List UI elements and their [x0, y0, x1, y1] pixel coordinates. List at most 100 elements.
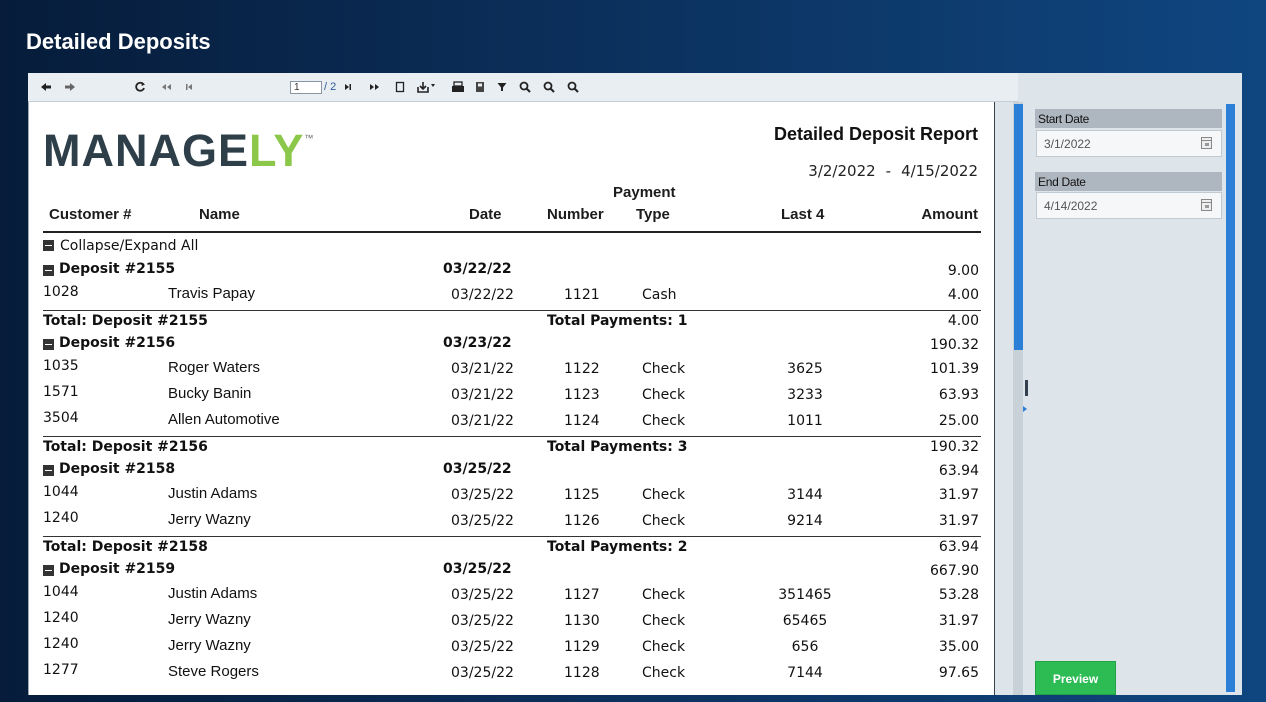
payment-type: Check: [642, 639, 686, 655]
table-row: 1240 Jerry Wazny 03/25/22 1130 Check 65465 31.…: [29, 610, 994, 636]
deposit-total-label: Total: Deposit #2156: [43, 439, 208, 455]
deposit-header-row[interactable]: Deposit #2155 03/22/22 9.00: [29, 260, 994, 286]
last-four: 656: [791, 639, 819, 655]
zoom-fit-icon[interactable]: [566, 80, 580, 96]
header-payment-group: Payment: [613, 184, 676, 201]
calendar-icon[interactable]: [1201, 199, 1212, 211]
payment-number: 1128: [564, 665, 600, 681]
deposit-total-row: Total: Deposit #2155 Total Payments: 1 4.0…: [29, 310, 994, 336]
header-name: Name: [199, 206, 240, 223]
deposit-date: 03/23/22: [443, 335, 512, 351]
table-row: 1044 Justin Adams 03/25/22 1127 Check 351465 5…: [29, 584, 994, 610]
header-number: Number: [547, 206, 604, 223]
table-row: 1044 Justin Adams 03/25/22 1125 Check 3144 31.…: [29, 484, 994, 510]
page-total-label: / 2: [324, 81, 337, 93]
calendar-icon[interactable]: [1201, 137, 1212, 149]
deposit-label: Deposit #2158: [59, 461, 176, 477]
last-page-icon[interactable]: [368, 80, 382, 96]
payment-date: 03/25/22: [451, 639, 514, 655]
report-date-range: 3/2/2022-4/15/2022: [798, 162, 978, 180]
collapse-icon[interactable]: [43, 565, 54, 576]
customer-number: 1044: [43, 484, 79, 500]
managely-logo: MANAGELY™: [43, 125, 315, 176]
deposit-total-row: Total: Deposit #2156 Total Payments: 3 190…: [29, 436, 994, 462]
next-page-icon[interactable]: [342, 80, 354, 96]
payment-type: Check: [642, 387, 686, 403]
last-four: 9214: [787, 513, 823, 529]
deposit-label: Deposit #2156: [59, 335, 176, 351]
splitter-handle[interactable]: [1025, 380, 1028, 396]
refresh-icon[interactable]: [134, 80, 146, 96]
customer-name: Jerry Wazny: [168, 611, 251, 628]
table-row: 3504 Allen Automotive 03/21/22 1124 Check 101…: [29, 410, 994, 436]
new-page-icon[interactable]: [394, 80, 406, 96]
customer-name: Travis Papay: [168, 285, 255, 302]
customer-number: 1044: [43, 584, 79, 600]
last-four: 7144: [787, 665, 823, 681]
zoom-in-icon[interactable]: [518, 80, 532, 96]
payment-amount: 53.28: [938, 587, 979, 603]
first-page-icon[interactable]: [159, 80, 173, 96]
filter-icon[interactable]: [496, 80, 508, 96]
last-four: 65465: [782, 613, 828, 629]
payment-amount: 31.97: [938, 513, 979, 529]
customer-number: 1277: [43, 662, 79, 678]
zoom-out-icon[interactable]: [542, 80, 556, 96]
export-icon[interactable]: [416, 80, 438, 96]
collapse-icon[interactable]: [43, 240, 54, 251]
date-to: 4/15/2022: [901, 162, 978, 180]
splitter-arrow-icon[interactable]: [1023, 406, 1027, 412]
collapse-expand-all[interactable]: Collapse/Expand All: [43, 238, 198, 254]
customer-name: Jerry Wazny: [168, 637, 251, 654]
deposit-total-row: Total: Deposit #2158 Total Payments: 2 63.…: [29, 536, 994, 562]
table-row: 1035 Roger Waters 03/21/22 1122 Check 3625 101…: [29, 358, 994, 384]
payment-number: 1126: [564, 513, 600, 529]
payment-date: 03/25/22: [451, 487, 514, 503]
date-separator: -: [885, 162, 892, 180]
deposit-label: Deposit #2159: [59, 561, 176, 577]
date-from: 3/2/2022: [808, 162, 876, 180]
deposit-amount: 190.32: [930, 337, 979, 353]
start-date-field[interactable]: 3/1/2022: [1036, 130, 1222, 157]
redo-icon[interactable]: [64, 80, 76, 96]
start-date-label: Start Date: [1035, 109, 1222, 128]
payment-date: 03/25/22: [451, 665, 514, 681]
parameters-scrollbar[interactable]: [1226, 104, 1235, 692]
customer-name: Bucky Banin: [168, 385, 252, 402]
deposit-total-amount: 4.00: [947, 313, 979, 329]
end-date-field[interactable]: 4/14/2022: [1036, 192, 1222, 219]
deposit-total-amount: 190.32: [930, 439, 979, 455]
deposit-header-row[interactable]: Deposit #2158 03/25/22 63.94: [29, 460, 994, 486]
undo-icon[interactable]: [40, 80, 52, 96]
payment-number: 1125: [564, 487, 600, 503]
page-number-input[interactable]: 1: [290, 81, 322, 94]
deposit-header-row[interactable]: Deposit #2159 03/25/22 667.90: [29, 560, 994, 586]
payment-date: 03/25/22: [451, 513, 514, 529]
table-row: 1277 Steve Rogers 03/25/22 1128 Check 7144 97.…: [29, 662, 994, 688]
collapse-icon[interactable]: [43, 465, 54, 476]
table-row: 1240 Jerry Wazny 03/25/22 1126 Check 9214 31.9…: [29, 510, 994, 536]
header-customer: Customer #: [49, 206, 132, 223]
report-scrollbar-thumb[interactable]: [1014, 104, 1023, 350]
customer-name: Roger Waters: [168, 359, 260, 376]
deposit-amount: 9.00: [947, 263, 979, 279]
collapse-icon[interactable]: [43, 339, 54, 350]
report-document: MANAGELY™ Detailed Deposit Report 3/2/20…: [28, 102, 994, 695]
print-icon[interactable]: [450, 80, 466, 96]
collapse-icon[interactable]: [43, 265, 54, 276]
payment-amount: 4.00: [947, 287, 979, 303]
previous-page-icon[interactable]: [183, 80, 195, 96]
save-icon[interactable]: [474, 80, 486, 96]
deposit-date: 03/25/22: [443, 561, 512, 577]
header-divider: [43, 231, 981, 233]
payment-type: Check: [642, 665, 686, 681]
deposit-header-row[interactable]: Deposit #2156 03/23/22 190.32: [29, 334, 994, 360]
table-row: 1571 Bucky Banin 03/21/22 1123 Check 3233 63.9…: [29, 384, 994, 410]
total-payments: Total Payments: 1: [547, 313, 688, 329]
payment-amount: 35.00: [938, 639, 979, 655]
last-four: 3144: [787, 487, 823, 503]
payment-type: Check: [642, 361, 686, 377]
customer-number: 1028: [43, 284, 79, 300]
deposit-amount: 63.94: [938, 463, 979, 479]
preview-button[interactable]: Preview: [1035, 661, 1116, 695]
